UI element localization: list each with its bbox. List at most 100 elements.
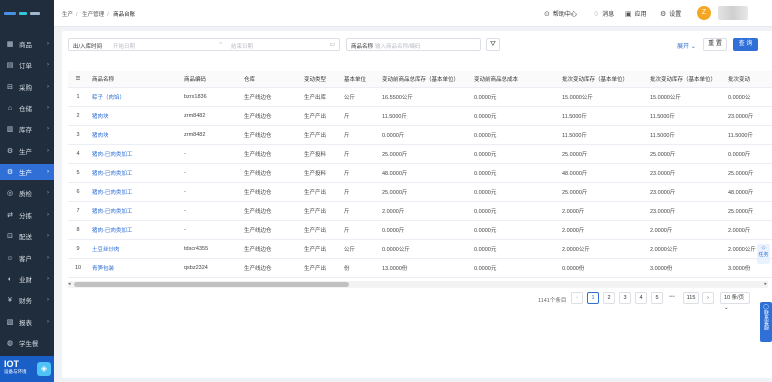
table-row[interactable]: 6 猪肉-已肉类加工 - 生产线边仓 生产产出斤 25.0000斤 0.0000元 25.00… — [68, 182, 772, 202]
column-header: 变动类型 — [300, 71, 340, 88]
date-end-input[interactable]: 结束日期 — [231, 42, 253, 50]
table-row[interactable]: 10 青笋包装 qsbz2324 生产线边仓 生产产出份 13.0000份 0.0000元 0… — [68, 258, 772, 278]
sidebar-item[interactable]: ⚙ 生产 › — [0, 143, 54, 159]
breadcrumb-current: 商品台账 — [113, 12, 136, 18]
page-button[interactable]: 2 — [603, 292, 615, 304]
product-name-link[interactable]: 猪肉-已肉类加工 — [88, 182, 180, 202]
date-range-filter[interactable]: 出/入库时间 开始日期 ~ 结束日期 ▭ — [68, 38, 340, 51]
sidebar-item[interactable]: ⚙ 生产 › — [0, 164, 54, 180]
product-name-link[interactable]: 猪肉-已肉类加工 — [88, 163, 180, 183]
product-name-link[interactable]: 猪肉块 — [88, 106, 180, 126]
horizontal-scrollbar[interactable]: ◂ ▸ — [68, 281, 768, 288]
last-page-button[interactable]: 115 — [683, 292, 699, 304]
sidebar-item-label: 采购 — [19, 85, 32, 92]
scroll-right-icon[interactable]: ▸ — [764, 281, 767, 287]
date-start-input[interactable]: 开始日期 — [113, 42, 135, 50]
table-cell: 生产线边仓 — [240, 220, 300, 240]
page-ellipsis[interactable]: ••• — [669, 294, 675, 300]
messages-button[interactable]: ♢ 消息 — [593, 9, 614, 19]
task-floating-button[interactable]: ◇ 任务 — [757, 244, 770, 264]
avatar[interactable]: Z — [697, 6, 711, 20]
service-floating-button[interactable]: ◯ 联系客服 — [760, 302, 772, 342]
help-center-button[interactable]: ⊙ 帮助中心 — [544, 9, 577, 19]
chevron-right-icon: › — [47, 41, 49, 47]
page-size-select[interactable]: 10 条/页 ⌄ — [720, 292, 750, 311]
report-icon: ▧ — [6, 319, 14, 326]
table-cell: qsbz2324 — [180, 258, 240, 278]
breadcrumb-item[interactable]: 生产管理 — [82, 12, 104, 18]
table-row[interactable]: 2 猪肉块 zrm8482 生产线边仓 生产产出斤 11.5000斤 0.0000元 11.5… — [68, 106, 772, 126]
logo-bar — [19, 12, 27, 15]
product-name-input[interactable]: 输入商品名称/编码 — [375, 42, 421, 50]
table-cell: 2.0000斤 — [646, 220, 724, 240]
sidebar-item[interactable]: ⇄ 分拣 › — [0, 207, 54, 223]
table-row[interactable]: 5 猪肉-已肉类加工 - 生产线边仓 生产投料斤 48.0000斤 0.0000元 48.00… — [68, 163, 772, 183]
table-cell: 4 — [68, 144, 88, 164]
chevron-right-icon: › — [47, 84, 49, 90]
table-cell: 23.0000斤 — [646, 163, 724, 183]
sidebar-item[interactable]: ⊟ 采购 › — [0, 79, 54, 95]
page-button[interactable]: 3 — [619, 292, 631, 304]
product-name-label: 商品名称 — [351, 44, 374, 50]
reset-button[interactable]: 重 置 — [703, 38, 727, 51]
table-row[interactable]: 7 猪肉-已肉类加工 - 生产线边仓 生产产出斤 2.0000斤 0.0000元 2.0000… — [68, 201, 772, 221]
column-settings-header[interactable]: ☰ — [68, 71, 88, 88]
breadcrumb-item[interactable]: 生产 — [62, 12, 73, 18]
table-row[interactable]: 1 粽子（肉馅） bzrx1836 生产线边仓 生产出库 公斤 16.5500公斤 0.000… — [68, 87, 772, 107]
reset-label: 重 置 — [708, 41, 722, 47]
sidebar-item[interactable]: ☺ 客户 › — [0, 250, 54, 266]
table-cell: 8 — [68, 220, 88, 240]
table-cell: bzrx1836 — [180, 87, 240, 107]
settings-label: 设置 — [669, 12, 682, 18]
table-cell: zrm8482 — [180, 125, 240, 145]
sidebar-item[interactable]: ▦ 商品 › — [0, 36, 54, 52]
apps-button[interactable]: ▣ 应用 — [625, 9, 647, 19]
table-row[interactable]: 4 猪肉-已肉类加工 - 生产线边仓 生产投料斤 25.0000斤 0.0000元 25.00… — [68, 144, 772, 164]
iot-panel[interactable]: IOT 设备与环境 ◈ — [0, 356, 54, 382]
sidebar-item[interactable]: ◍ 学生餐 — [0, 335, 54, 351]
table-row[interactable]: 9 土豆丝炒肉 tdscr4355 生产线边仓 生产产出 公斤 0.0000公斤 0.0000… — [68, 239, 772, 259]
sidebar-item[interactable]: ▧ 报表 › — [0, 314, 54, 330]
sidebar-item[interactable]: ▥ 库存 › — [0, 121, 54, 137]
table-cell: 2.0000公斤 — [558, 239, 646, 259]
scroll-left-icon[interactable]: ◂ — [68, 281, 71, 287]
table-cell: 生产线边仓 — [240, 106, 300, 126]
page-button[interactable]: 4 — [635, 292, 647, 304]
bell-icon: ♢ — [593, 10, 600, 18]
filter-icon[interactable]: ⛛ — [486, 38, 500, 51]
product-name-link[interactable]: 青笋包装 — [88, 258, 180, 278]
user-name-blurred[interactable] — [718, 6, 748, 20]
sidebar-item[interactable]: ◎ 质检 › — [0, 185, 54, 201]
next-page-button[interactable]: › — [702, 292, 714, 304]
product-name-filter[interactable]: 商品名称 输入商品名称/编码 — [346, 38, 481, 51]
product-name-link[interactable]: 猪肉块 — [88, 125, 180, 145]
product-name-link[interactable]: 粽子（肉馅） — [88, 87, 180, 107]
product-name-link[interactable]: 猪肉-已肉类加工 — [88, 220, 180, 240]
sidebar-item[interactable]: ¥ 财务 › — [0, 292, 54, 308]
product-name-link[interactable]: 猪肉-已肉类加工 — [88, 144, 180, 164]
table-cell: 0.0000公斤 — [378, 239, 470, 259]
sidebar-item[interactable]: ⊡ 配送 › — [0, 228, 54, 244]
table-cell: 15.0000公斤 — [558, 87, 646, 107]
column-header: 批次变动库存（基本单位） — [558, 71, 646, 88]
sidebar-item-label: 生产 — [19, 149, 32, 156]
table-cell: 25.0000斤 — [724, 163, 772, 183]
product-name-link[interactable]: 猪肉-已肉类加工 — [88, 201, 180, 221]
query-button[interactable]: 查 询 — [733, 38, 758, 51]
table-row[interactable]: 3 猪肉块 zrm8482 生产线边仓 生产产出斤 0.0000斤 0.0000元 11.50… — [68, 125, 772, 145]
settings-button[interactable]: ⚙ 设置 — [660, 9, 682, 19]
product-name-link[interactable]: 土豆丝炒肉 — [88, 239, 180, 259]
table-cell: 生产投料 — [300, 144, 340, 164]
scrollbar-thumb[interactable] — [74, 282, 349, 287]
table-row[interactable]: 8 猪肉-已肉类加工 - 生产线边仓 生产产出斤 0.0000斤 0.0000元 2.0000… — [68, 220, 772, 240]
expand-filters-link[interactable]: 展开 ⌄ — [677, 41, 696, 50]
order-icon: ▤ — [6, 62, 14, 69]
column-header: 变动前商品总成本 — [470, 71, 558, 88]
sidebar-item[interactable]: ◐ 业财 › — [0, 271, 54, 287]
page-button[interactable]: 5 — [651, 292, 663, 304]
sidebar-item[interactable]: ▤ 订单 › — [0, 57, 54, 73]
page-button[interactable]: 1 — [587, 292, 599, 304]
prev-page-button[interactable]: ‹ — [571, 292, 583, 304]
table-cell: - — [180, 144, 240, 164]
sidebar-item[interactable]: ⌂ 仓储 › — [0, 100, 54, 116]
